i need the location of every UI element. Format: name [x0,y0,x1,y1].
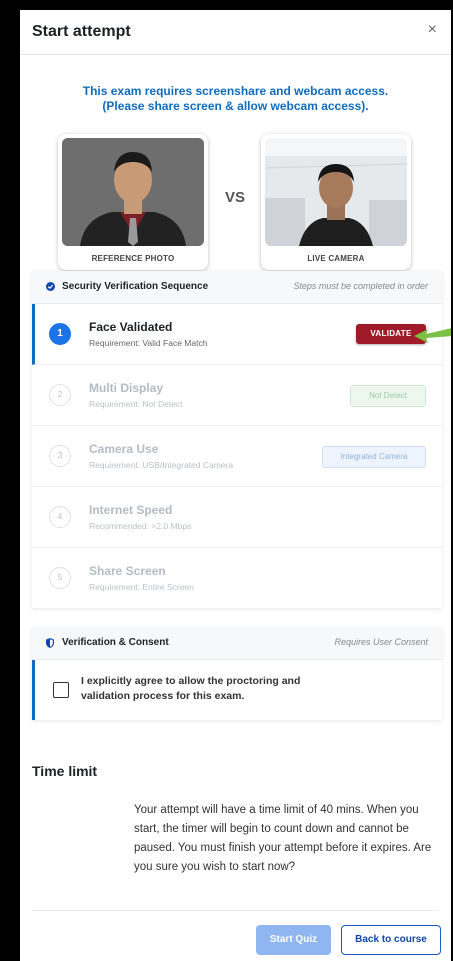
time-limit-text: Your attempt will have a time limit of 4… [134,804,432,873]
consent-section-note: Requires User Consent [334,637,428,647]
notice-line-2: (Please share screen & allow webcam acce… [102,99,369,113]
step-name: Multi Display [89,381,164,395]
reference-photo-card: REFERENCE PHOTO [58,134,208,270]
step-name: Camera Use [89,442,159,456]
photo-comparison: REFERENCE PHOTO VS LIVE CAMERA [20,134,451,274]
live-camera-feed [265,138,407,246]
consent-body: I explicitly agree to allow the proctori… [32,660,442,720]
modal-title: Start attempt [32,23,131,40]
step-name: Share Screen [89,564,166,578]
consent-section-title: Verification & Consent [62,637,169,648]
step-camera-use: 3 Camera Use Requirement: USB/Integrated… [32,426,442,487]
step-requirement: Requirement: Entire Screen [89,582,194,592]
reference-photo-label: REFERENCE PHOTO [91,254,175,263]
multi-display-status-badge: Not Detect [350,385,426,407]
step-name: Internet Speed [89,503,173,517]
modal-header: Start attempt × [20,10,451,55]
step-share-screen: 5 Share Screen Requirement: Entire Scree… [32,548,442,608]
step-number: 2 [49,384,71,406]
step-number: 5 [49,567,71,589]
step-requirement: Recommended: >2.0 Mbps [89,521,192,531]
security-verification-section: Security Verification Sequence Steps mus… [32,271,442,608]
security-section-note: Steps must be completed in order [293,281,428,291]
camera-status-badge: Integrated Camera [322,446,426,468]
step-number: 1 [49,323,71,345]
step-multi-display: 2 Multi Display Requirement: Not Detect … [32,365,442,426]
live-camera-card: LIVE CAMERA [261,134,411,270]
step-number: 3 [49,445,71,467]
consent-section-header: Verification & Consent Requires User Con… [32,627,442,660]
back-to-course-button[interactable]: Back to course [341,925,441,955]
step-number: 4 [49,506,71,528]
step-name: Face Validated [89,320,173,334]
access-notice: This exam requires screenshare and webca… [20,84,451,114]
start-attempt-modal: Start attempt × This exam requires scree… [20,10,451,961]
pointer-arrow-icon [414,328,451,343]
verification-consent-section: Verification & Consent Requires User Con… [32,627,442,720]
step-internet-speed: 4 Internet Speed Recommended: >2.0 Mbps [32,487,442,548]
live-camera-label: LIVE CAMERA [307,254,365,263]
consent-checkbox[interactable] [53,682,69,698]
close-icon[interactable]: × [428,21,437,39]
footer-divider [32,910,439,911]
vs-label: VS [225,189,246,206]
consent-text: I explicitly agree to allow the proctori… [81,675,301,702]
step-requirement: Requirement: Not Detect [89,399,183,409]
start-quiz-button[interactable]: Start Quiz [256,925,331,955]
step-requirement: Requirement: Valid Face Match [89,338,208,348]
security-section-header: Security Verification Sequence Steps mus… [32,271,442,304]
security-section-title: Security Verification Sequence [62,281,209,292]
step-face-validated: 1 Face Validated Requirement: Valid Face… [32,304,442,365]
check-circle-icon [46,282,55,293]
notice-line-1: This exam requires screenshare and webca… [82,84,389,98]
shield-icon [46,638,54,650]
time-limit-heading: Time limit [32,763,98,779]
reference-photo [62,138,204,246]
step-requirement: Requirement: USB/Integrated Camera [89,460,234,470]
